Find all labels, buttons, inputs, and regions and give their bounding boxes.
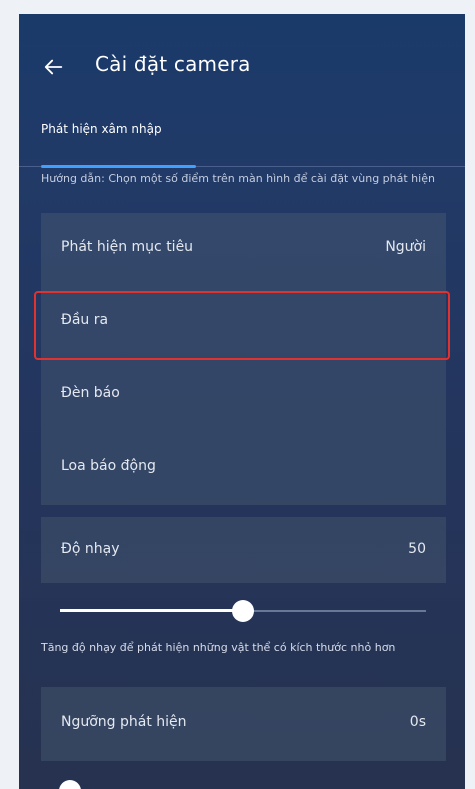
indicator-light-row[interactable]: Đèn báo — [41, 359, 446, 432]
threshold-label: Ngưỡng phát hiện — [61, 714, 187, 730]
phone-screen: Cài đặt camera Phát hiện xâm nhập Hướng … — [19, 14, 465, 789]
sensitivity-slider[interactable] — [60, 599, 426, 623]
target-detection-label: Phát hiện mục tiêu — [61, 239, 194, 255]
output-row-highlight — [34, 291, 450, 360]
sensitivity-label: Độ nhạy — [61, 541, 120, 557]
sensitivity-row: Độ nhạy 50 — [41, 517, 446, 583]
tab-bar: Phát hiện xâm nhập — [19, 114, 465, 168]
instruction-text: Hướng dẫn: Chọn một số điểm trên màn hìn… — [41, 172, 435, 185]
slider-thumb[interactable] — [232, 600, 254, 622]
sensitivity-value: 50 — [408, 541, 426, 557]
target-detection-value: Người — [385, 239, 426, 255]
page-title: Cài đặt camera — [95, 52, 251, 76]
sensitivity-card: Độ nhạy 50 — [41, 517, 446, 583]
slider-fill — [60, 609, 243, 612]
target-detection-row[interactable]: Phát hiện mục tiêu Người — [41, 213, 446, 286]
arrow-left-icon[interactable] — [42, 55, 66, 79]
indicator-light-label: Đèn báo — [61, 385, 120, 401]
tab-indicator — [41, 165, 196, 168]
tab-intrusion-detection[interactable]: Phát hiện xâm nhập — [41, 122, 162, 136]
header: Cài đặt camera — [19, 14, 465, 114]
threshold-value: 0s — [409, 714, 426, 730]
alarm-speaker-row[interactable]: Loa báo động — [41, 432, 446, 505]
threshold-card: Ngưỡng phát hiện 0s — [41, 687, 446, 761]
sensitivity-hint: Tăng độ nhạy để phát hiện những vật thể … — [41, 641, 396, 654]
slider-thumb-partial[interactable] — [59, 780, 81, 789]
alarm-speaker-label: Loa báo động — [61, 458, 156, 474]
threshold-row[interactable]: Ngưỡng phát hiện 0s — [41, 687, 446, 761]
